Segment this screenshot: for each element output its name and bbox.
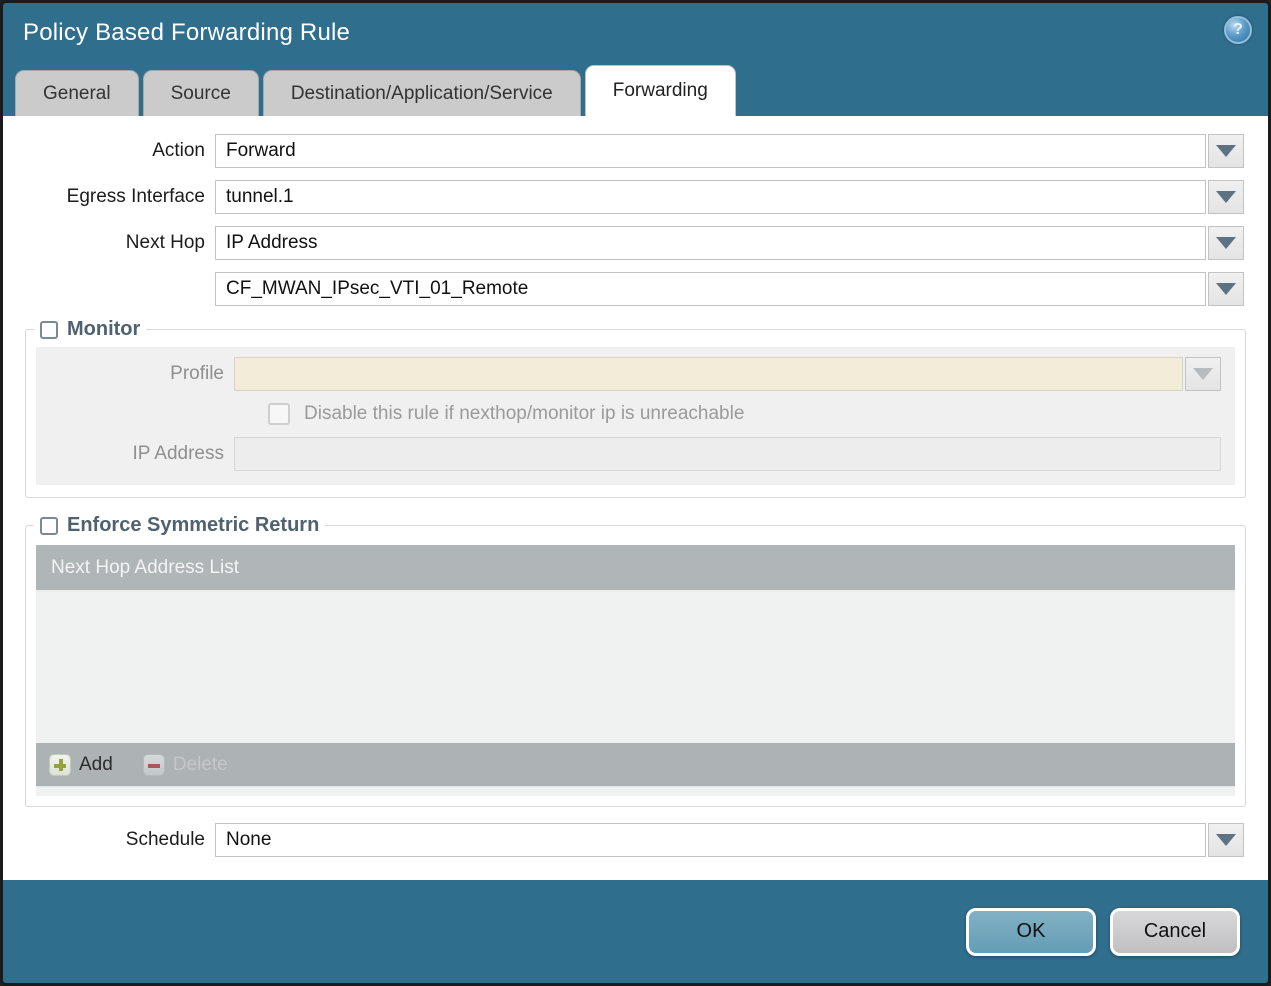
chevron-down-icon xyxy=(1216,834,1236,846)
monitor-fieldset: Monitor Profile Disable this rule if nex… xyxy=(25,318,1246,498)
egress-interface-dropdown-button[interactable] xyxy=(1208,180,1244,214)
chevron-down-icon xyxy=(1193,368,1213,380)
monitor-panel: Profile Disable this rule if nexthop/mon… xyxy=(36,347,1235,485)
next-hop-address-list-header: Next Hop Address List xyxy=(36,545,1235,592)
next-hop-label: Next Hop xyxy=(125,232,205,253)
action-label: Action xyxy=(152,140,205,161)
tab-general[interactable]: General xyxy=(15,70,139,116)
tab-source[interactable]: Source xyxy=(142,70,259,116)
next-hop-dropdown-button[interactable] xyxy=(1208,226,1244,260)
profile-row: Profile xyxy=(36,357,1221,391)
chevron-down-icon xyxy=(1216,283,1236,295)
egress-interface-row: Egress Interface xyxy=(3,180,1244,214)
action-input[interactable] xyxy=(215,134,1206,168)
schedule-dropdown-button[interactable] xyxy=(1208,823,1244,857)
chevron-down-icon xyxy=(1216,145,1236,157)
tab-destination-application-service[interactable]: Destination/Application/Service xyxy=(262,70,581,116)
action-row: Action xyxy=(3,134,1244,168)
next-hop-row: Next Hop xyxy=(3,226,1244,260)
next-hop-address-input[interactable] xyxy=(215,272,1206,306)
title-bar: Policy Based Forwarding Rule ? xyxy=(3,3,1268,63)
disable-rule-checkbox xyxy=(268,403,290,425)
tab-bar: General Source Destination/Application/S… xyxy=(3,63,1268,116)
profile-input xyxy=(234,357,1183,391)
ok-button[interactable]: OK xyxy=(966,907,1096,956)
schedule-label: Schedule xyxy=(125,829,205,850)
help-icon[interactable]: ? xyxy=(1224,16,1252,44)
add-button[interactable]: Add xyxy=(49,753,113,776)
next-hop-address-list-body xyxy=(36,592,1235,743)
symmetric-return-legend: Enforce Symmetric Return xyxy=(67,514,320,536)
next-hop-address-list-table: Next Hop Address List Add Delete xyxy=(36,545,1235,786)
egress-interface-input[interactable] xyxy=(215,180,1206,214)
profile-label: Profile xyxy=(170,363,224,384)
schedule-input[interactable] xyxy=(215,823,1206,857)
table-scrollbar[interactable] xyxy=(36,786,1235,796)
tab-forwarding[interactable]: Forwarding xyxy=(584,65,736,116)
action-dropdown-button[interactable] xyxy=(1208,134,1244,168)
pbf-rule-dialog: Policy Based Forwarding Rule ? General S… xyxy=(0,0,1271,986)
disable-rule-row: Disable this rule if nexthop/monitor ip … xyxy=(268,403,1235,425)
table-toolbar: Add Delete xyxy=(36,743,1235,786)
next-hop-type-input[interactable] xyxy=(215,226,1206,260)
forwarding-tab-panel: Action Egress Interface Next Hop xyxy=(3,116,1268,880)
minus-icon xyxy=(142,753,165,776)
page-title: Policy Based Forwarding Rule xyxy=(23,19,351,46)
plus-icon xyxy=(49,753,71,776)
disable-rule-label: Disable this rule if nexthop/monitor ip … xyxy=(304,403,745,424)
enforce-symmetric-return-checkbox[interactable] xyxy=(40,516,58,535)
monitor-ip-address-input xyxy=(234,437,1221,471)
ip-address-label: IP Address xyxy=(132,443,224,464)
next-hop-address-dropdown-button[interactable] xyxy=(1208,272,1244,306)
dialog-footer: OK Cancel xyxy=(3,880,1268,983)
schedule-row: Schedule xyxy=(3,823,1244,857)
chevron-down-icon xyxy=(1216,191,1236,203)
monitor-ip-address-row: IP Address xyxy=(36,437,1221,471)
monitor-legend: Monitor xyxy=(67,318,141,340)
delete-button: Delete xyxy=(142,753,228,776)
symmetric-return-fieldset: Enforce Symmetric Return Next Hop Addres… xyxy=(25,514,1246,807)
cancel-button[interactable]: Cancel xyxy=(1110,907,1240,956)
chevron-down-icon xyxy=(1216,237,1236,249)
monitor-checkbox[interactable] xyxy=(40,320,58,339)
profile-dropdown-button xyxy=(1185,357,1221,391)
egress-interface-label: Egress Interface xyxy=(66,186,205,207)
next-hop-address-row xyxy=(3,272,1244,306)
